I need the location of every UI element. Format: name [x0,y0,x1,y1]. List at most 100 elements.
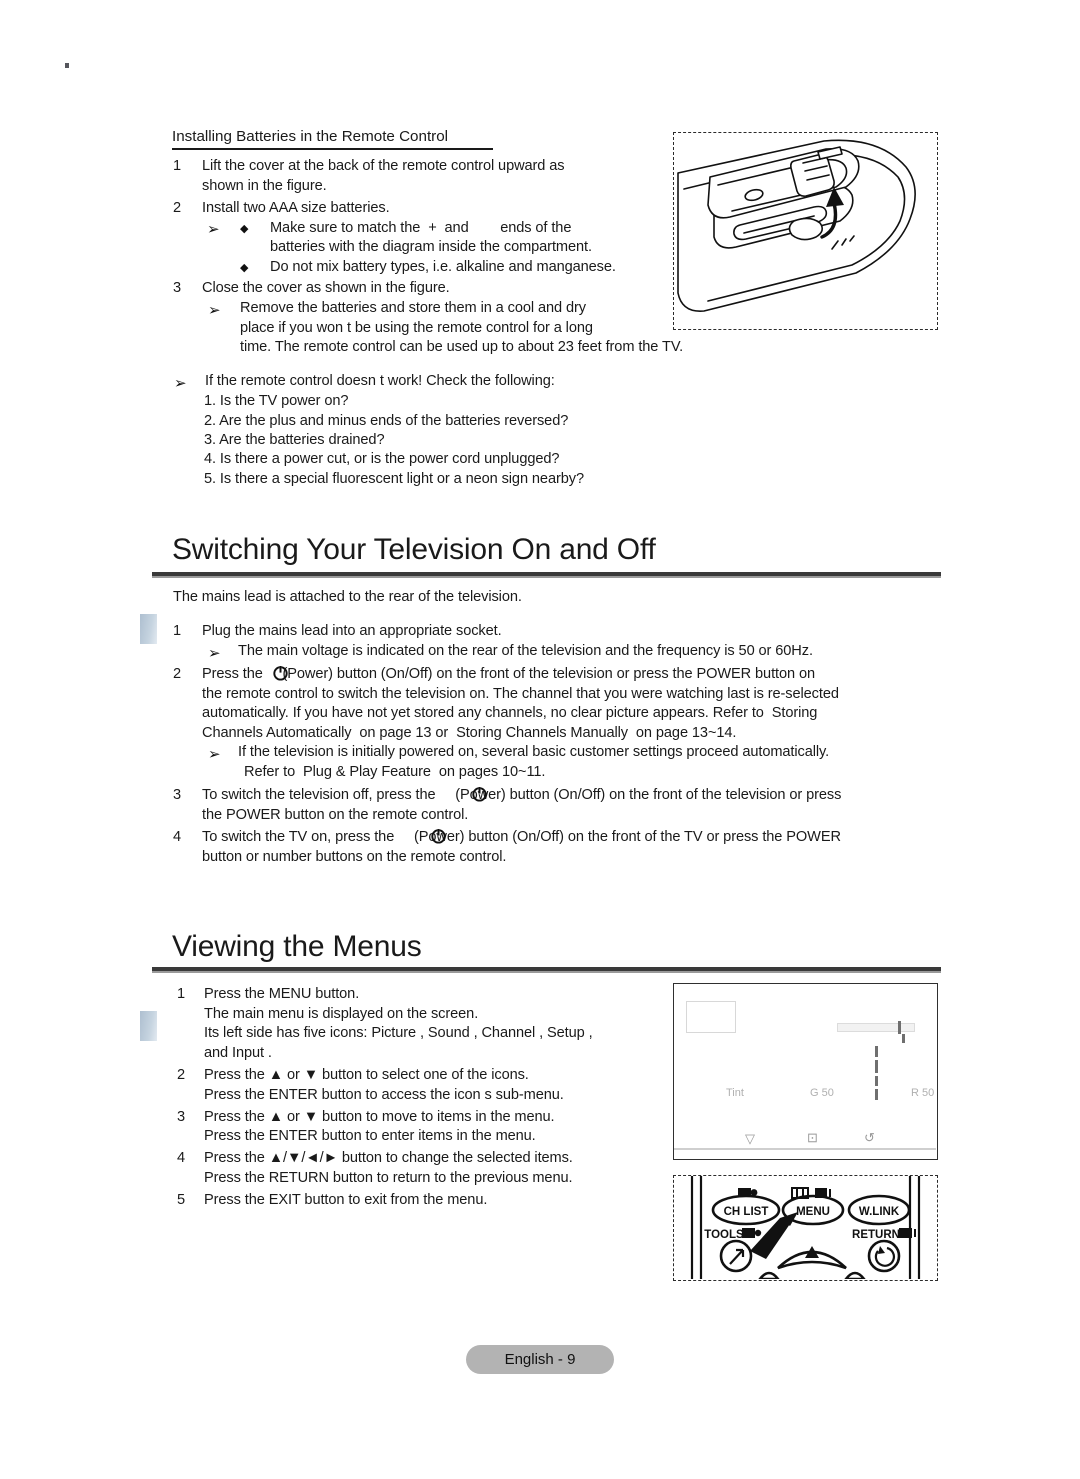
osd-tick-b [875,1046,878,1057]
switching-step-2-note-line-1: If the television is initially powered o… [238,744,830,760]
osd-tick-c [875,1060,878,1073]
tools-icon [742,1228,762,1238]
battery-bullet-a-line-1: Make sure to match the + and ends of the [270,220,572,236]
remote-battery-figure-frame [673,132,938,330]
battery-note-line-1: Remove the batteries and store them in a… [240,300,586,316]
diamond-bullet-icon-2: ◆ [240,262,249,274]
arrow-bullet-icon-6: ➢ [208,746,221,763]
menus-step-2-number: 2 [177,1067,186,1083]
arrow-bullet-icon: ➢ [207,221,220,238]
menus-step-3-line-1: Press the ▲ or ▼ button to move to items… [204,1109,555,1125]
osd-screen-figure: Tint G 50 R 50 ▽ ⊡ ↺ [673,983,938,1160]
switching-step-4-number: 4 [173,829,182,845]
troubleshooting-item-1: 1. Is the TV power on? [204,393,349,409]
osd-tick-d [875,1076,878,1086]
osd-menu-panel [686,1001,736,1033]
page-footer-label: English - 9 [504,1351,576,1368]
menus-step-5-line-1: Press the EXIT button to exit from the m… [204,1192,488,1208]
w-link-button-shape: W.LINK [847,1194,911,1226]
arrow-bullet-icon-3: ➢ [208,302,221,319]
power-icon [272,664,289,681]
menus-step-1-line-2: The main menu is displayed on the screen… [204,1006,479,1022]
page-footer-badge: English - 9 [466,1345,614,1374]
manual-page: Installing Batteries in the Remote Contr… [0,0,1080,1479]
osd-tick-e [875,1089,878,1100]
menus-step-3-line-2: Press the ENTER button to enter items in… [204,1128,536,1144]
battery-step-3-line-1: Close the cover as shown in the figure. [202,280,450,296]
osd-enter-icon: ⊡ [807,1130,818,1145]
switching-step-1-number: 1 [173,623,182,639]
power-icon-2 [471,785,488,802]
osd-tick-a [902,1034,905,1043]
battery-step-1-number: 1 [173,158,182,174]
margin-tab-marker-1 [140,614,157,644]
right-pad-wedge [844,1271,866,1279]
menus-step-4-number: 4 [177,1150,186,1166]
return-label: RETURN [852,1229,900,1241]
switching-step-2-line-2: the remote control to switch the televis… [202,686,839,702]
menus-step-1-number: 1 [177,986,186,1002]
arrow-bullet-icon-5: ➢ [208,645,221,662]
troubleshooting-item-2: 2. Are the plus and minus ends of the ba… [204,413,569,429]
osd-label-tint: Tint [726,1087,744,1099]
troubleshooting-item-4: 4. Is there a power cut, or is the power… [204,451,560,467]
switching-step-3-number: 3 [173,787,182,803]
osd-move-icon: ▽ [745,1131,755,1146]
battery-section-heading: Installing Batteries in the Remote Contr… [172,128,449,145]
svg-text:W.LINK: W.LINK [859,1206,900,1218]
return-button-shape [867,1239,901,1273]
troubleshooting-item-3: 3. Are the batteries drained? [204,432,385,448]
switching-step-2-line-3: automatically. If you have not yet store… [202,705,818,721]
switching-step-4-line-1: To switch the TV on, press the (Power) b… [202,829,841,845]
switching-step-2-line-1: Press the (Power) button (On/Off) on the… [202,666,815,682]
menus-step-4-line-1: Press the ▲/▼/◄/► button to change the s… [204,1150,573,1166]
up-arrow-pad [777,1246,847,1270]
osd-slider-handle [898,1021,901,1034]
switching-step-3-line-1: To switch the television off, press the … [202,787,842,803]
ch-list-icon [738,1188,758,1197]
svg-text:CH LIST: CH LIST [724,1206,769,1218]
menus-step-1-line-1: Press the MENU button. [204,986,360,1002]
power-icon-3 [430,827,447,844]
remote-battery-illustration [677,139,916,312]
troubleshooting-item-5: 5. Is there a special fluorescent light … [204,471,584,487]
switching-section-rule [152,572,941,578]
return-icon [899,1228,916,1238]
battery-step-2-line-1: Install two AAA size batteries. [202,200,390,216]
ch-list-button-shape: CH LIST [711,1194,781,1226]
battery-step-1-line-1: Lift the cover at the back of the remote… [202,158,565,174]
menus-step-3-number: 3 [177,1109,186,1125]
osd-slider-track [837,1023,915,1032]
remote-buttons-illustration: CH LIST MENU W.LINK TOOLS RETURN [690,1176,921,1279]
switching-step-4-line-2: button or number buttons on the remote c… [202,849,507,865]
switching-section-title: Switching Your Television On and Off [172,533,656,566]
battery-bullet-b: Do not mix battery types, i.e. alkaline … [270,259,616,275]
menus-step-5-number: 5 [177,1192,186,1208]
battery-bullet-a-line-2: batteries with the diagram inside the co… [270,239,592,255]
battery-step-2-number: 2 [173,200,182,216]
osd-label-green: G 50 [810,1087,834,1099]
battery-step-3-number: 3 [173,280,182,296]
menus-step-2-line-2: Press the ENTER button to access the ico… [204,1087,564,1103]
margin-tab-marker-2 [140,1011,157,1041]
tools-button-shape [719,1239,753,1273]
switching-step-2-number: 2 [173,666,182,682]
menus-step-4-line-2: Press the RETURN button to return to the… [204,1170,573,1186]
menus-step-1-line-3: Its left side has five icons: Picture , … [204,1025,593,1041]
battery-step-1-line-2: shown in the figure. [202,178,327,194]
tools-label: TOOLS [704,1229,744,1241]
switching-step-2-note-line-2: Refer to Plug & Play Feature on pages 10… [244,764,546,780]
battery-note-line-3: time. The remote control can be used up … [240,339,684,355]
switching-step-1-note: The main voltage is indicated on the rea… [238,643,813,659]
menus-step-1-line-4: and Input . [204,1045,272,1061]
scan-artifact-dot [65,63,69,68]
menus-section-title: Viewing the Menus [172,930,422,963]
battery-heading-underline [172,148,493,150]
battery-note-line-2: place if you won t be using the remote c… [240,320,593,336]
arrow-bullet-icon-4: ➢ [174,375,187,392]
switching-intro: The mains lead is attached to the rear o… [173,589,522,605]
menus-section-rule [152,967,941,973]
remote-buttons-figure-frame: CH LIST MENU W.LINK TOOLS RETURN [673,1175,938,1281]
osd-return-icon: ↺ [864,1130,875,1145]
diamond-bullet-icon: ◆ [240,223,249,235]
